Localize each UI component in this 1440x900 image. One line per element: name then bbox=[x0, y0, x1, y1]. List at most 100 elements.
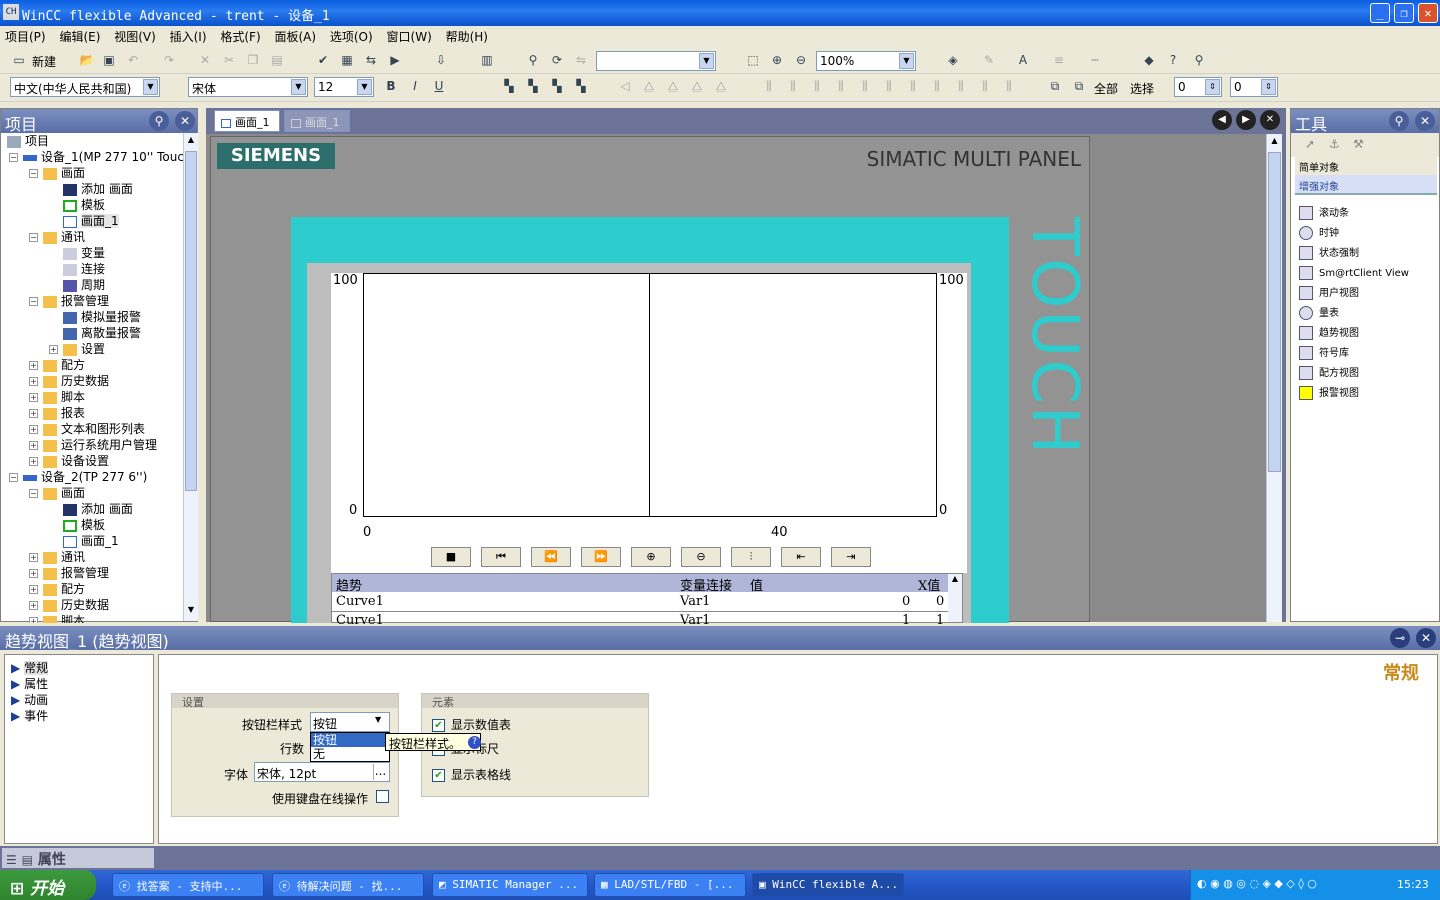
font-size-combo[interactable]: 12 ▼ bbox=[314, 77, 374, 97]
cut-icon[interactable]: ✂ bbox=[220, 52, 238, 68]
help-icon[interactable]: ? bbox=[468, 736, 481, 749]
tree-recipes[interactable]: 配方 bbox=[43, 357, 85, 373]
tool-symbol-library[interactable]: 符号库 bbox=[1299, 345, 1349, 363]
scroll-down-icon[interactable]: ▼ bbox=[185, 605, 197, 617]
task-item[interactable]: ⓔ 找答案 - 支持中... bbox=[112, 873, 264, 897]
distribute-icon[interactable]: ⫼ bbox=[832, 78, 850, 94]
menu-panel[interactable]: 面板(A) bbox=[269, 26, 321, 47]
tree-screens-2[interactable]: 画面 bbox=[43, 485, 85, 501]
tab-screen-1-inactive[interactable]: 画面_1 bbox=[284, 110, 350, 132]
menu-view[interactable]: 视图(V) bbox=[109, 26, 161, 47]
chevron-down-icon[interactable]: ▼ bbox=[291, 79, 306, 95]
distribute-icon[interactable]: ⫼ bbox=[952, 78, 970, 94]
close-icon[interactable]: ✕ bbox=[175, 111, 195, 131]
zoom-area-icon[interactable]: ⬚ bbox=[744, 52, 762, 68]
button-style-select[interactable]: 按钮 ▼ bbox=[310, 712, 390, 732]
fill-color-icon[interactable]: ◈ bbox=[944, 52, 962, 68]
tree-alarm-management[interactable]: 报警管理 bbox=[43, 293, 109, 309]
checkbox-checked-icon[interactable]: ✔ bbox=[432, 769, 445, 782]
language-combo[interactable]: 中文(中华人民共和国) ▼ bbox=[10, 77, 160, 97]
to-start-icon[interactable]: ⏮ bbox=[481, 547, 521, 567]
show-value-table-option[interactable]: ✔ 显示数值表 bbox=[432, 716, 511, 733]
pointer-icon[interactable]: ➚ bbox=[1305, 137, 1315, 151]
tree-text-graphic-lists[interactable]: 文本和图形列表 bbox=[43, 421, 145, 437]
line-style-icon[interactable]: ≡ bbox=[1050, 52, 1068, 68]
delete-icon[interactable]: ✕ bbox=[196, 52, 214, 68]
task-item[interactable]: ▦ LAD/STL/FBD - [... bbox=[594, 873, 746, 897]
tool-trend-view[interactable]: 趋势视图 bbox=[1299, 325, 1359, 343]
pin-icon[interactable]: ⚲ bbox=[149, 111, 169, 131]
group-enhanced-objects[interactable]: 增强对象 bbox=[1295, 175, 1437, 195]
tree-historical-data-2[interactable]: 历史数据 bbox=[43, 597, 109, 613]
editor-scrollbar[interactable]: ▲ bbox=[1266, 134, 1282, 622]
help-book-icon[interactable]: ◆ bbox=[1140, 52, 1158, 68]
tree-connections[interactable]: 连接 bbox=[63, 261, 105, 277]
task-item[interactable]: ⓔ 待解决问题 - 找... bbox=[272, 873, 424, 897]
ruler-forward-icon[interactable]: ⇥ bbox=[831, 547, 871, 567]
nav-events[interactable]: ▶ 事件 bbox=[11, 707, 48, 724]
tree-discrete-alarms[interactable]: 离散量报警 bbox=[63, 325, 141, 341]
stop-icon[interactable]: ■ bbox=[431, 547, 471, 567]
flip-icon[interactable]: ⧋ bbox=[664, 78, 682, 94]
distribute-icon[interactable]: ⫼ bbox=[808, 78, 826, 94]
expand-icon[interactable]: + bbox=[29, 441, 38, 450]
tool-user-view[interactable]: 用户视图 bbox=[1299, 285, 1359, 303]
layer-icon[interactable]: ⧉ bbox=[1070, 78, 1088, 94]
tool-alarm-view[interactable]: 报警视图 bbox=[1299, 385, 1359, 403]
trend-view[interactable]: 100 0 100 0 bbox=[331, 273, 967, 523]
tree-cycles[interactable]: 周期 bbox=[63, 277, 105, 293]
save-icon[interactable]: ▣ bbox=[100, 52, 118, 68]
layer-icon[interactable]: ⧉ bbox=[1046, 78, 1064, 94]
scroll-thumb[interactable] bbox=[185, 151, 197, 491]
tab-prev-icon[interactable]: ◀ bbox=[1212, 110, 1232, 130]
zoom-out-icon[interactable]: ⊖ bbox=[681, 547, 721, 567]
open-icon[interactable]: 📂 bbox=[78, 52, 96, 68]
expand-icon[interactable]: + bbox=[29, 617, 38, 623]
spin-arrows-icon[interactable]: ⇕ bbox=[1261, 79, 1276, 95]
dropdown-option-buttons[interactable]: 按钮 bbox=[311, 733, 389, 747]
transfer-icon[interactable]: ⇆ bbox=[362, 52, 380, 68]
zoom-combo[interactable]: 100% ▼ bbox=[816, 51, 916, 71]
expand-icon[interactable]: + bbox=[29, 361, 38, 370]
library-icon[interactable]: ▥ bbox=[478, 52, 496, 68]
dropdown-option-none[interactable]: 无 bbox=[311, 747, 389, 761]
tree-recipes-2[interactable]: 配方 bbox=[43, 581, 85, 597]
tree-device-settings[interactable]: 设备设置 bbox=[43, 453, 109, 469]
menu-project[interactable]: 项目(P) bbox=[0, 26, 51, 47]
undo-icon[interactable]: ↶ bbox=[124, 52, 142, 68]
align-icon[interactable]: ▚ bbox=[524, 78, 542, 94]
tree-alarm-settings[interactable]: 设置 bbox=[63, 341, 105, 357]
tree-device-2[interactable]: 设备_2(TP 277 6'') bbox=[23, 469, 147, 485]
paste-icon[interactable]: ▤ bbox=[268, 52, 286, 68]
select-label[interactable]: 选择 bbox=[1130, 80, 1154, 97]
tree-root[interactable]: 项目 bbox=[7, 133, 49, 149]
spin-arrows-icon[interactable]: ⇕ bbox=[1205, 79, 1220, 95]
distribute-icon[interactable]: ⫼ bbox=[904, 78, 922, 94]
tree-alarm-management-2[interactable]: 报警管理 bbox=[43, 565, 109, 581]
rotate-icon[interactable]: ⧋ bbox=[712, 78, 730, 94]
tree-tags[interactable]: 变量 bbox=[63, 245, 105, 261]
distribute-icon[interactable]: ⫼ bbox=[760, 78, 778, 94]
checkbox-checked-icon[interactable]: ✔ bbox=[432, 719, 445, 732]
scroll-up-icon[interactable]: ▲ bbox=[185, 135, 197, 147]
align-icon[interactable]: ▚ bbox=[572, 78, 590, 94]
distribute-icon[interactable]: ⫼ bbox=[880, 78, 898, 94]
expand-icon[interactable]: + bbox=[29, 393, 38, 402]
crossref-icon[interactable]: ⇋ bbox=[572, 52, 590, 68]
close-icon[interactable]: ✕ bbox=[1415, 111, 1435, 131]
pin-icon[interactable]: ⚲ bbox=[1389, 111, 1409, 131]
close-button[interactable]: ✕ bbox=[1418, 3, 1438, 23]
menu-window[interactable]: 窗口(W) bbox=[382, 26, 437, 47]
expand-icon[interactable]: + bbox=[29, 553, 38, 562]
download-icon[interactable]: ⇩ bbox=[432, 52, 450, 68]
tree-historical-data[interactable]: 历史数据 bbox=[43, 373, 109, 389]
tree-runtime-users[interactable]: 运行系统用户管理 bbox=[43, 437, 157, 453]
tree-communication-2[interactable]: 通讯 bbox=[43, 549, 85, 565]
tree-screen-1[interactable]: 画面_1 bbox=[63, 213, 119, 229]
expand-icon[interactable]: + bbox=[29, 601, 38, 610]
task-item-active[interactable]: ▣ WinCC flexible A... bbox=[752, 873, 904, 897]
group-simple-objects[interactable]: 简单对象 bbox=[1295, 157, 1437, 175]
find-icon[interactable]: ⚲ bbox=[524, 52, 542, 68]
distribute-icon[interactable]: ⫼ bbox=[784, 78, 802, 94]
pin-icon[interactable]: ⊸ bbox=[1390, 628, 1410, 648]
